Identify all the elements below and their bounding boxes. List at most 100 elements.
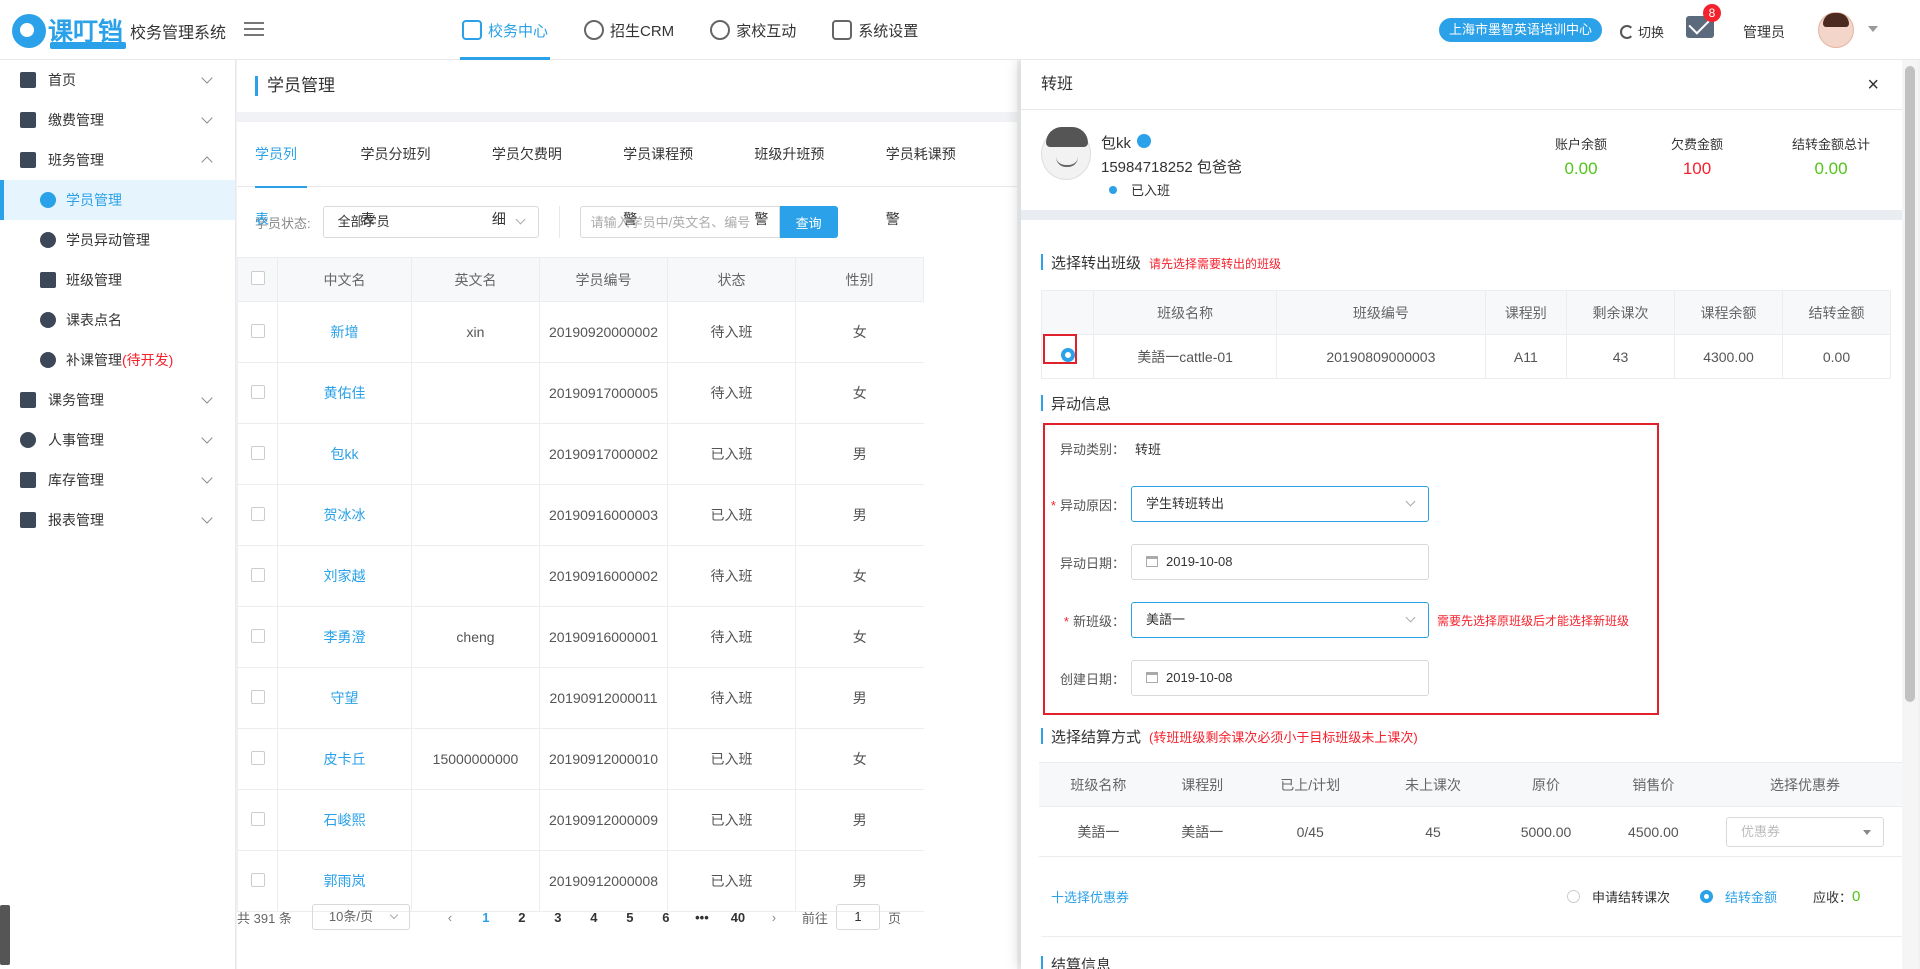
change-date-picker[interactable]: 2019-10-08 — [1131, 544, 1429, 580]
row-checkbox[interactable] — [250, 872, 265, 887]
tab-student-list[interactable]: 学员列表 — [255, 122, 307, 227]
table-row[interactable]: 新增 xin 20190920000002 待入班女 — [237, 301, 924, 363]
chinese-name-cell[interactable]: 郭雨岚 — [277, 850, 412, 912]
sidebar-item-rollcall[interactable]: 课表点名 — [0, 300, 235, 340]
avatar[interactable] — [1818, 12, 1854, 48]
row-checkbox[interactable] — [250, 811, 265, 826]
row-checkbox[interactable] — [250, 750, 265, 765]
row-checkbox[interactable] — [250, 689, 265, 704]
status-value: 全部学员 — [337, 214, 390, 229]
chinese-name-cell[interactable]: 皮卡丘 — [277, 728, 412, 790]
tab-class-list[interactable]: 学员分班列表 — [361, 122, 438, 227]
status-select[interactable]: 全部学员 — [322, 206, 539, 238]
query-button[interactable]: 查询 — [779, 206, 838, 238]
table-row[interactable]: 皮卡丘 15000000000 20190912000010 已入班女 — [237, 728, 924, 790]
chinese-name-cell[interactable]: 刘家越 — [277, 545, 412, 607]
page-number[interactable]: 2 — [504, 910, 540, 925]
sidebar-item-class-management[interactable]: 班级管理 — [0, 260, 235, 300]
page-number[interactable]: 1 — [468, 910, 504, 925]
sidebar-item-home[interactable]: 首页 — [0, 60, 235, 100]
next-page-button[interactable]: › — [756, 910, 792, 925]
row-checkbox[interactable] — [250, 567, 265, 582]
carry-amount-label[interactable]: 结转金额 — [1725, 887, 1777, 906]
user-name[interactable]: 管理员 — [1743, 22, 1785, 42]
sidebar-item-stock[interactable]: 库存管理 — [0, 460, 235, 500]
sidebar-item-student-change[interactable]: 学员异动管理 — [0, 220, 235, 260]
select-all-checkbox[interactable] — [250, 271, 265, 285]
tab-arrears[interactable]: 学员欠费明细 — [492, 122, 569, 227]
close-icon[interactable]: × — [1867, 60, 1879, 110]
sidebar-item-class-affairs[interactable]: 班务管理 — [0, 140, 235, 180]
topnav-settings[interactable]: 系统设置 — [830, 0, 920, 60]
radio-carry-amount[interactable] — [1700, 890, 1714, 903]
radio-apply-carry[interactable] — [1567, 890, 1580, 903]
table-row[interactable]: 守望 20190912000011 待入班男 — [237, 667, 924, 729]
page-number[interactable]: 3 — [540, 910, 576, 925]
table-row[interactable]: 美語一cattle-01 20190809000003 A11 43 4300.… — [1041, 334, 1892, 379]
school-badge[interactable]: 上海市墨智英语培训中心 — [1439, 18, 1603, 42]
row-checkbox[interactable] — [250, 628, 265, 643]
table-row[interactable]: 贺冰冰 20190916000003 已入班男 — [237, 484, 924, 546]
prev-page-button[interactable]: ‹ — [432, 910, 468, 925]
page-number[interactable]: 5 — [612, 910, 648, 925]
side-handle[interactable] — [0, 905, 10, 965]
app-logo[interactable]: 课叮铛 — [12, 10, 126, 50]
change-reason-select[interactable]: 学生转班转出 — [1131, 486, 1429, 522]
page-number[interactable]: 4 — [576, 910, 612, 925]
course-cell: 美語一 — [1157, 806, 1247, 857]
page-number[interactable]: 6 — [648, 910, 684, 925]
tab-consume-warning[interactable]: 学员耗课预警 — [886, 122, 963, 227]
row-checkbox[interactable] — [250, 323, 265, 338]
col-header[interactable]: 英文名 — [411, 257, 540, 302]
table-row[interactable]: 刘家越 20190916000002 待入班女 — [237, 545, 924, 607]
topnav-school-center[interactable]: 校务中心 — [460, 0, 551, 60]
sidebar-item-report[interactable]: 报表管理 — [0, 500, 235, 540]
table-row[interactable]: 郭雨岚 20190912000008 已入班男 — [237, 850, 924, 912]
scrollbar-thumb[interactable] — [1905, 66, 1915, 702]
page-number[interactable]: 40 — [720, 910, 756, 925]
sidebar-item-student-management[interactable]: 学员管理 — [0, 180, 235, 220]
page-size-select[interactable]: 10条/页 — [311, 904, 410, 930]
status-cell: 已入班 — [667, 484, 796, 546]
row-checkbox[interactable] — [250, 506, 265, 521]
chinese-name-cell[interactable]: 黄佑佳 — [277, 362, 412, 424]
table-row[interactable]: 包kk 20190917000002 已入班男 — [237, 423, 924, 485]
chinese-name-cell[interactable]: 新增 — [277, 301, 412, 363]
caret-down-icon[interactable] — [1868, 26, 1878, 37]
col-header[interactable]: 性别 — [795, 257, 924, 302]
create-date-picker[interactable]: 2019-10-08 — [1131, 660, 1429, 696]
table-row[interactable]: 李勇澄 cheng 20190916000001 待入班女 — [237, 606, 924, 668]
new-class-select[interactable]: 美語一 — [1131, 602, 1429, 638]
table-row[interactable]: 石峻熙 20190912000009 已入班男 — [237, 789, 924, 851]
tab-upgrade-warning[interactable]: 班级升班预警 — [754, 122, 831, 227]
col-header[interactable]: 状态 — [667, 257, 796, 302]
topnav-home-school[interactable]: 家校互动 — [708, 0, 798, 60]
sidebar-item-course[interactable]: 课务管理 — [0, 380, 235, 420]
search-input[interactable] — [579, 206, 780, 238]
chinese-name-cell[interactable]: 守望 — [277, 667, 412, 729]
col-header[interactable]: 学员编号 — [539, 257, 668, 302]
transfer-class-drawer: 转班 × 包kk 15984718252 包爸爸 已入班 账户余额 0.00 欠费金… — [1021, 60, 1913, 969]
sidebar-item-makeup[interactable]: 补课管理 (待开发) — [0, 340, 235, 380]
topnav-crm[interactable]: 招生CRM — [582, 0, 676, 60]
menu-fold-icon[interactable] — [244, 22, 264, 38]
chinese-name-cell[interactable]: 石峻熙 — [277, 789, 412, 851]
switch-button[interactable]: 切换 — [1620, 22, 1664, 41]
coupon-select[interactable]: 优惠券 — [1726, 816, 1884, 847]
tab-course-warning[interactable]: 学员课程预警 — [623, 122, 700, 227]
add-coupon-link[interactable]: 十选择优惠券 — [1051, 887, 1129, 906]
page-ellipsis[interactable]: ••• — [684, 910, 720, 925]
sidebar-item-hr[interactable]: 人事管理 — [0, 420, 235, 460]
apply-carry-label[interactable]: 申请结转课次 — [1592, 887, 1670, 906]
chinese-name-cell[interactable]: 贺冰冰 — [277, 484, 412, 546]
sidebar-item-payment[interactable]: 缴费管理 — [0, 100, 235, 140]
goto-page-input[interactable]: 1 — [835, 904, 880, 930]
row-checkbox[interactable] — [250, 384, 265, 399]
row-checkbox[interactable] — [250, 445, 265, 460]
table-row[interactable]: 黄佑佳 20190917000005 待入班女 — [237, 362, 924, 424]
col-header[interactable]: 中文名 — [277, 257, 412, 302]
drawer-scrollbar[interactable] — [1902, 60, 1918, 969]
chinese-name-cell[interactable]: 李勇澄 — [277, 606, 412, 668]
chinese-name-cell[interactable]: 包kk — [277, 423, 412, 485]
chevron-down-icon — [1405, 496, 1416, 507]
